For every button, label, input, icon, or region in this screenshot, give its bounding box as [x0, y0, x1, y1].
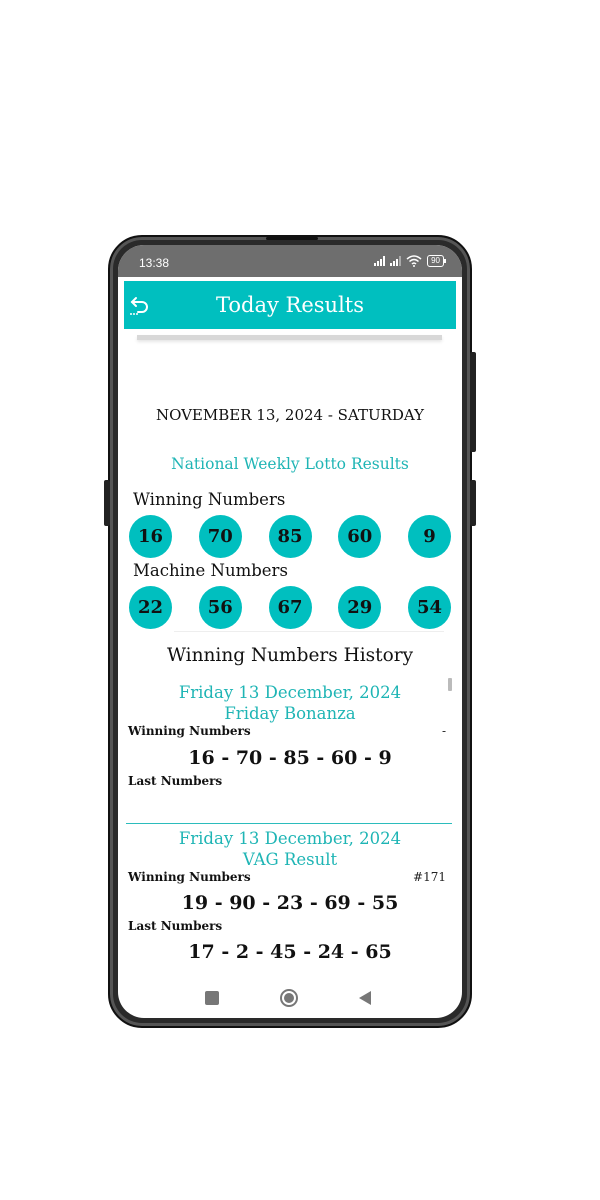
section-divider	[174, 631, 444, 632]
today-date: NOVEMBER 13, 2024 - SATURDAY	[155, 406, 425, 424]
lotto-name: National Weekly Lotto Results	[171, 455, 409, 473]
back-icon[interactable]	[359, 991, 371, 1005]
number-ball: 9	[408, 515, 451, 558]
entry-name: VAG Result	[242, 850, 338, 869]
side-button-left	[104, 480, 110, 526]
entry-winning-label: Winning Numbers	[128, 724, 251, 738]
system-nav-bar	[118, 983, 462, 1013]
number-ball: 67	[268, 586, 312, 629]
entry-draw-number: -	[441, 724, 446, 738]
history-title: Winning Numbers History	[166, 645, 414, 666]
entry-last-label: Last Numbers	[128, 919, 223, 933]
volume-button	[470, 480, 476, 526]
number-ball: 70	[198, 515, 242, 558]
number-ball: 16	[129, 515, 172, 558]
entry-last-numbers: 17 - 2 - 45 - 24 - 65	[188, 941, 392, 963]
number-ball: 56	[198, 586, 242, 629]
history-entry[interactable]: Friday 13 December, 2024 VAG Result Winn…	[118, 828, 462, 963]
app-bar: Today Results	[124, 281, 456, 329]
entry-last-label: Last Numbers	[128, 774, 223, 788]
back-arrow-icon[interactable]	[128, 293, 152, 317]
status-icons: 90	[374, 255, 446, 267]
number-ball: 29	[338, 586, 382, 629]
signal-icon	[374, 256, 386, 266]
page-title: Today Results	[216, 293, 364, 317]
winning-balls: 16 70 85 60 9	[129, 515, 451, 558]
entry-winning-label: Winning Numbers	[128, 870, 251, 884]
power-button	[470, 352, 476, 452]
entry-winning-numbers: 16 - 70 - 85 - 60 - 9	[188, 747, 392, 769]
wifi-icon	[406, 255, 422, 267]
entry-winning-numbers: 19 - 90 - 23 - 69 - 55	[181, 892, 399, 914]
signal-icon	[390, 256, 402, 266]
home-icon[interactable]	[280, 989, 298, 1007]
entry-name: Friday Bonanza	[224, 704, 356, 723]
number-ball: 85	[268, 515, 312, 558]
phone-speaker	[266, 237, 318, 240]
entry-date: Friday 13 December, 2024	[178, 829, 402, 848]
number-ball: 60	[338, 515, 382, 558]
entry-draw-number: #171	[413, 870, 446, 884]
winning-numbers-label: Winning Numbers	[133, 490, 286, 509]
phone-screen: 13:38 90 Today Results NOVEMBER 13, 2024…	[118, 245, 462, 1018]
status-time: 13:38	[139, 256, 170, 270]
entry-date: Friday 13 December, 2024	[178, 683, 402, 702]
history-entry[interactable]: Friday 13 December, 2024 Friday Bonanza …	[118, 682, 462, 788]
recent-apps-icon[interactable]	[205, 991, 219, 1005]
machine-numbers-label: Machine Numbers	[133, 561, 288, 580]
number-ball: 22	[129, 586, 172, 629]
number-ball: 54	[408, 586, 451, 629]
header-divider	[137, 335, 442, 340]
machine-balls: 22 56 67 29 54	[129, 586, 451, 629]
status-bar: 13:38 90	[118, 245, 462, 277]
battery-icon: 90	[427, 255, 446, 267]
entry-divider	[126, 823, 452, 824]
